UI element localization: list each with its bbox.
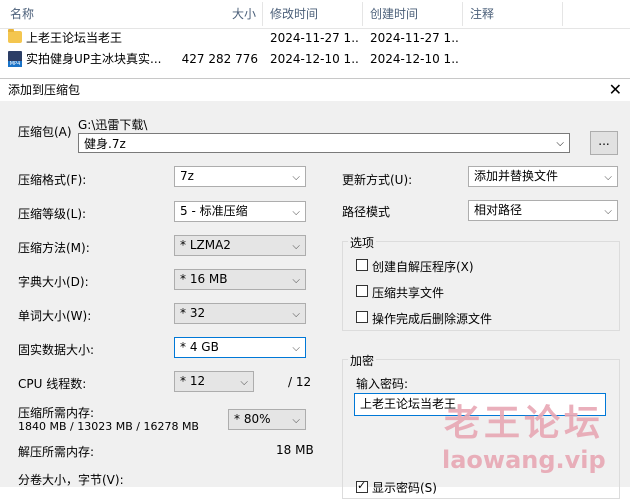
archive-label: 压缩包(A) — [18, 125, 72, 139]
show-password-label[interactable]: 显示密码(S) — [372, 479, 437, 496]
level-value: 5 - 标准压缩 — [180, 204, 248, 218]
word-value: * 32 — [180, 306, 206, 320]
chevron-down-icon[interactable]: ⌵ — [556, 134, 564, 154]
column-created[interactable]: 创建时间 — [370, 0, 418, 28]
password-value: 上老王论坛当老王 — [360, 397, 457, 411]
level-label: 压缩等级(L): — [18, 207, 87, 221]
column-divider[interactable] — [362, 2, 363, 26]
file-size: 427 282 776 — [181, 52, 258, 66]
sfx-checkbox[interactable] — [356, 259, 368, 271]
delete-label[interactable]: 操作完成后删除源文件 — [372, 310, 492, 327]
dict-label: 字典大小(D): — [18, 275, 89, 289]
decomp-value: 18 MB — [276, 443, 314, 457]
mem-percent-value: * 80% — [234, 412, 271, 426]
file-row[interactable]: 上老王论坛当老王 2024-11-27 1... 2024-11-27 1... — [0, 27, 630, 49]
dict-select[interactable]: * 16 MB ⌵ — [174, 269, 306, 290]
column-modified[interactable]: 修改时间 — [270, 0, 318, 28]
watermark-logo-text: 老王论坛 — [444, 403, 605, 444]
chevron-down-icon: ⌵ — [292, 172, 300, 183]
archive-name-combo[interactable]: 健身.7z ⌵ — [78, 133, 570, 153]
threads-select[interactable]: * 12 ⌵ — [174, 371, 254, 392]
method-label: 压缩方法(M): — [18, 241, 90, 255]
word-select[interactable]: * 32 ⌵ — [174, 303, 306, 324]
dialog-title: 添加到压缩包 — [8, 83, 81, 97]
encryption-title: 加密 — [348, 352, 377, 369]
path-label: 路径模式 — [342, 205, 391, 219]
file-created: 2024-11-27 1... — [370, 31, 460, 45]
delete-checkbox[interactable] — [356, 311, 368, 323]
chevron-down-icon: ⌵ — [292, 343, 300, 354]
format-value: 7z — [180, 169, 194, 183]
update-select[interactable]: 添加并替换文件 ⌵ — [468, 166, 618, 187]
options-title: 选项 — [348, 234, 377, 251]
column-divider[interactable] — [562, 2, 563, 26]
file-row[interactable]: MP4 实拍健身UP主冰块真实... 427 282 776 2024-12-1… — [0, 48, 630, 70]
threads-label: CPU 线程数: — [18, 377, 87, 391]
split-label: 分卷大小，字节(V): — [18, 473, 124, 487]
chevron-down-icon: ⌵ — [604, 172, 612, 183]
dict-value: * 16 MB — [180, 272, 228, 286]
column-divider[interactable] — [462, 2, 463, 26]
mem-value: 1840 MB / 13023 MB / 16278 MB — [18, 420, 199, 433]
update-label: 更新方式(U): — [342, 173, 413, 187]
column-divider[interactable] — [262, 2, 263, 26]
close-icon[interactable]: ✕ — [609, 79, 622, 101]
update-value: 添加并替换文件 — [474, 169, 559, 183]
format-select[interactable]: 7z ⌵ — [174, 166, 306, 187]
path-select[interactable]: 相对路径 ⌵ — [468, 200, 618, 221]
mem-label: 压缩所需内存: — [18, 406, 95, 420]
file-modified: 2024-12-10 1... — [270, 52, 360, 66]
chevron-down-icon: ⌵ — [292, 415, 300, 426]
file-modified: 2024-11-27 1... — [270, 31, 360, 45]
password-label: 输入密码: — [356, 377, 409, 391]
chevron-down-icon: ⌵ — [292, 275, 300, 286]
archive-path: G:\迅雷下载\ — [78, 118, 148, 132]
column-size[interactable]: 大小 — [232, 0, 256, 28]
shared-label[interactable]: 压缩共享文件 — [372, 284, 444, 301]
file-name: 实拍健身UP主冰块真实... — [26, 52, 162, 66]
chevron-down-icon: ⌵ — [604, 206, 612, 217]
solid-value: * 4 GB — [180, 340, 219, 354]
mem-percent-select[interactable]: * 80% ⌵ — [228, 409, 306, 430]
archive-name-value: 健身.7z — [84, 137, 126, 151]
method-value: * LZMA2 — [180, 238, 231, 252]
folder-icon — [8, 29, 22, 43]
chevron-down-icon: ⌵ — [292, 207, 300, 218]
chevron-down-icon: ⌵ — [292, 241, 300, 252]
column-name[interactable]: 名称 — [10, 0, 34, 28]
path-value: 相对路径 — [474, 203, 523, 217]
solid-label: 固实数据大小: — [18, 343, 95, 357]
watermark-url: laowang.vip — [442, 446, 606, 474]
chevron-down-icon: ⌵ — [240, 377, 248, 388]
dialog-titlebar[interactable]: 添加到压缩包 ✕ — [0, 79, 630, 101]
shared-checkbox[interactable] — [356, 285, 368, 297]
browse-button[interactable]: ... — [590, 131, 618, 155]
word-label: 单词大小(W): — [18, 309, 92, 323]
decomp-label: 解压所需内存: — [18, 445, 95, 459]
method-select[interactable]: * LZMA2 ⌵ — [174, 235, 306, 256]
file-name: 上老王论坛当老王 — [26, 31, 123, 45]
column-comment[interactable]: 注释 — [470, 0, 494, 28]
threads-value: * 12 — [180, 374, 206, 388]
chevron-down-icon: ⌵ — [292, 309, 300, 320]
level-select[interactable]: 5 - 标准压缩 ⌵ — [174, 201, 306, 222]
format-label: 压缩格式(F): — [18, 173, 87, 187]
file-created: 2024-12-10 1... — [370, 52, 460, 66]
show-password-checkbox[interactable]: ✓ — [356, 479, 368, 493]
video-file-icon-label: MP4 — [8, 61, 22, 67]
threads-max: / 12 — [288, 375, 312, 389]
file-list-header: 名称 大小 修改时间 创建时间 注释 — [0, 0, 630, 29]
sfx-label[interactable]: 创建自解压程序(X) — [372, 258, 474, 275]
video-file-icon: MP4 — [8, 51, 22, 67]
solid-select[interactable]: * 4 GB ⌵ — [174, 337, 306, 358]
